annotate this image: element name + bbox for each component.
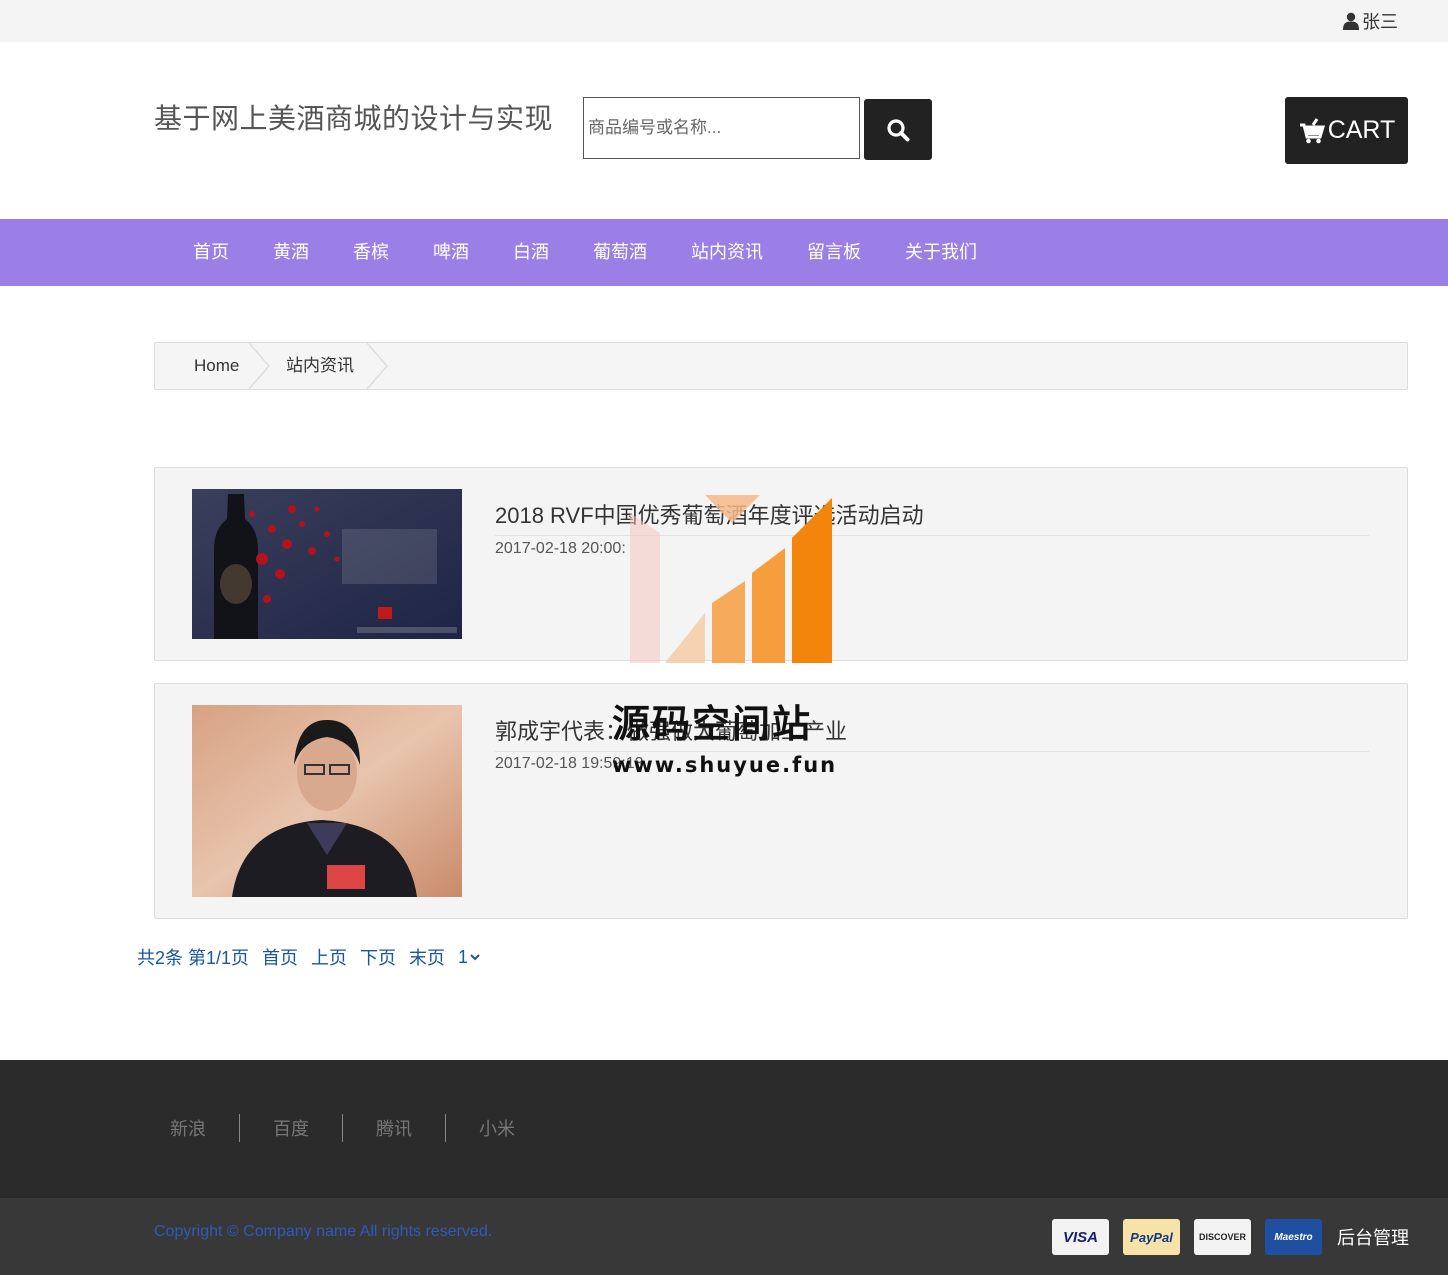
site-title[interactable]: 基于网上美酒商城的设计与实现 [154,97,553,137]
visa-card-icon: VISA [1052,1219,1109,1255]
pagination-prev[interactable]: 上页 [311,944,347,970]
breadcrumb-current: 站内资讯 [286,356,354,375]
search-button[interactable] [864,99,932,160]
nav-item-message-board[interactable]: 留言板 [785,219,883,286]
footer-bottom: Copyright © Company name All rights rese… [0,1198,1448,1275]
news-title[interactable]: 郭成宇代表：做强做大葡萄加工产业 [495,714,847,746]
user-name: 张三 [1362,12,1398,32]
nav-item-yellow-wine[interactable]: 黄酒 [251,219,331,286]
footer-link-tencent[interactable]: 腾讯 [376,1115,412,1141]
nav-item-about[interactable]: 关于我们 [883,219,999,286]
maestro-card-icon: Maestro [1265,1219,1322,1255]
news-title[interactable]: 2018 RVF中国优秀葡萄酒年度评选活动启动 [495,498,924,530]
page-select-value: 1 [458,946,469,967]
top-bar: 张三 [0,0,1448,42]
footer-link-baidu[interactable]: 百度 [273,1115,309,1141]
discover-card-icon: DISCOVER [1194,1219,1251,1255]
footer-divider [342,1114,343,1142]
pagination-first[interactable]: 首页 [262,944,298,970]
nav-item-beer[interactable]: 啤酒 [411,219,491,286]
breadcrumb-separator [249,343,270,389]
footer-link-sina[interactable]: 新浪 [170,1115,206,1141]
pagination-next[interactable]: 下页 [360,944,396,970]
nav-list: 首页 黄酒 香槟 啤酒 白酒 葡萄酒 站内资讯 留言板 关于我们 [171,219,999,286]
nav-item-grape-wine[interactable]: 葡萄酒 [571,219,669,286]
cart-label: CART [1327,116,1396,144]
news-divider [495,751,1369,752]
user-menu[interactable]: 张三 [1343,8,1398,34]
footer-link-xiaomi[interactable]: 小米 [479,1115,515,1141]
nav-item-champagne[interactable]: 香槟 [331,219,411,286]
news-thumbnail-portrait[interactable] [192,705,462,897]
breadcrumb-home[interactable]: Home [194,343,239,389]
paypal-card-icon: PayPal [1123,1219,1180,1255]
chevron-down-icon [470,954,480,961]
pagination-summary: 共2条 第1/1页 [137,948,250,968]
user-icon [1343,12,1359,30]
news-item: 郭成宇代表：做强做大葡萄加工产业 2017-02-18 19:59:13 [154,683,1408,919]
news-date: 2017-02-18 20:00: [495,540,626,557]
cart-icon [1299,117,1325,143]
pagination-last[interactable]: 末页 [409,944,445,970]
news-item: 2018 RVF中国优秀葡萄酒年度评选活动启动 2017-02-18 20:00… [154,467,1408,661]
payment-cards: VISA PayPal DISCOVER Maestro [1052,1219,1322,1255]
nav-item-news[interactable]: 站内资讯 [669,219,785,286]
breadcrumb: Home 站内资讯 [154,342,1408,390]
admin-link[interactable]: 后台管理 [1337,1224,1409,1250]
footer-divider [239,1114,240,1142]
pagination: 共2条 第1/1页 首页 上页 下页 末页 1 [137,944,493,970]
footer-links: 新浪 百度 腾讯 小米 [170,1114,515,1142]
site-header: 基于网上美酒商城的设计与实现 CART [0,42,1448,219]
search-input[interactable] [583,97,860,159]
breadcrumb-separator [367,343,388,389]
copyright-text: Copyright © Company name All rights rese… [154,1223,493,1240]
news-thumbnail-wine[interactable] [192,489,462,639]
footer-divider [445,1114,446,1142]
page-select[interactable]: 1 [458,947,480,968]
footer-links-section: 新浪 百度 腾讯 小米 [0,1060,1448,1198]
news-date: 2017-02-18 19:59:13 [495,755,644,772]
news-divider [495,535,1369,536]
nav-item-baijiu[interactable]: 白酒 [491,219,571,286]
nav-item-home[interactable]: 首页 [171,219,251,286]
search-icon [887,118,910,141]
main-nav: 首页 黄酒 香槟 啤酒 白酒 葡萄酒 站内资讯 留言板 关于我们 [0,219,1448,286]
cart-button[interactable]: CART [1285,97,1408,164]
